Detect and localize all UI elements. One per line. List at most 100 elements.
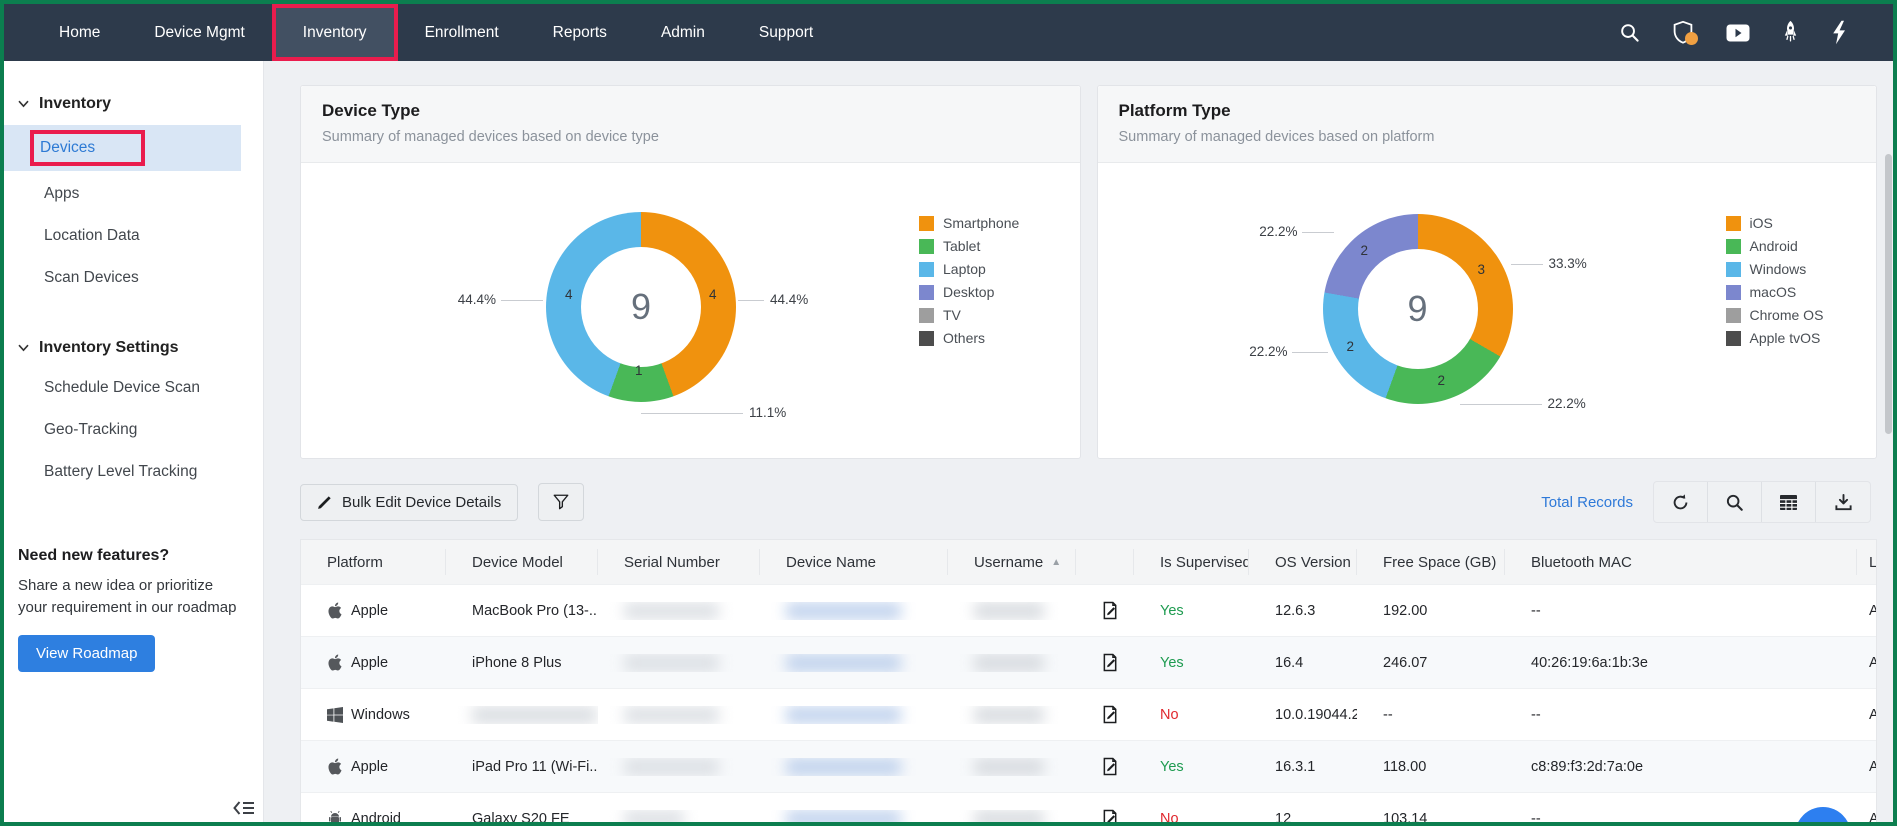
device-name-redacted[interactable] <box>760 757 948 776</box>
table-row[interactable]: Android Galaxy S20 FE No 12 103.14 -- Ap… <box>301 792 1876 826</box>
search-icon[interactable] <box>1619 22 1640 43</box>
legend-item-windows[interactable]: Windows <box>1725 261 1824 277</box>
legend-item-tv[interactable]: TV <box>919 307 1019 323</box>
column-header-bluetooth-mac[interactable]: Bluetooth MAC <box>1505 549 1857 575</box>
legend-item-others[interactable]: Others <box>919 330 1019 346</box>
is-supervised-value: Yes <box>1160 654 1184 671</box>
legend-swatch <box>1725 238 1741 254</box>
device-type-legend: Smartphone Tablet Laptop Desktop TV Othe… <box>919 215 1019 346</box>
nav-item-device-mgmt[interactable]: Device Mgmt <box>127 4 271 61</box>
slice-percent: 44.4% <box>457 292 496 307</box>
edit-row-icon[interactable] <box>1076 757 1134 776</box>
nav-item-enrollment[interactable]: Enrollment <box>398 4 526 61</box>
legend-swatch <box>919 307 934 323</box>
sidebar-section-inventory-settings[interactable]: Inventory Settings <box>4 329 263 367</box>
legend-swatch <box>1725 330 1741 346</box>
navbar-icon-group <box>1619 4 1893 61</box>
is-supervised-value: Yes <box>1160 758 1184 775</box>
edit-row-icon[interactable] <box>1076 705 1134 724</box>
table-row[interactable]: Windows No 10.0.19044.2728 -- -- Apr <box>301 688 1876 740</box>
platform-type-donut: 9 <box>1322 214 1513 404</box>
last-column-value: Apr <box>1857 759 1876 775</box>
last-column-value: Apr <box>1857 811 1876 823</box>
table-columns-icon[interactable] <box>1762 482 1816 522</box>
table-row[interactable]: Apple iPhone 8 Plus Yes 16.4 246.07 40:2… <box>301 636 1876 688</box>
sidebar-item-scan-devices[interactable]: Scan Devices <box>4 257 263 299</box>
device-model: MacBook Pro (13-... <box>472 602 598 619</box>
shield-alert-badge <box>1685 32 1698 45</box>
column-header-free-space[interactable]: Free Space (GB) <box>1357 549 1505 575</box>
nav-item-home[interactable]: Home <box>32 4 127 61</box>
edit-row-icon[interactable] <box>1076 809 1134 822</box>
column-header-os-version[interactable]: OS Version <box>1249 549 1357 575</box>
vertical-scrollbar[interactable] <box>1885 154 1892 434</box>
total-records-link[interactable]: Total Records <box>1541 494 1633 511</box>
rocket-icon[interactable] <box>1781 20 1800 45</box>
legend-item-smartphone[interactable]: Smartphone <box>919 215 1019 231</box>
legend-swatch <box>919 330 934 346</box>
nav-item-admin[interactable]: Admin <box>634 4 732 61</box>
legend-swatch <box>919 215 934 231</box>
column-header-is-supervised[interactable]: Is Supervised <box>1134 549 1249 575</box>
nav-item-reports[interactable]: Reports <box>526 4 634 61</box>
edit-row-icon[interactable] <box>1076 653 1134 672</box>
sidebar-item-geo-tracking[interactable]: Geo-Tracking <box>4 409 263 451</box>
filter-button[interactable] <box>538 483 585 521</box>
android-icon <box>329 810 341 822</box>
edit-row-icon[interactable] <box>1076 601 1134 620</box>
column-header-serial-number[interactable]: Serial Number <box>598 549 760 575</box>
platform-type-legend: iOS Android Windows macOS Chrome OS Appl… <box>1725 215 1824 346</box>
legend-item-apple-tvos[interactable]: Apple tvOS <box>1725 330 1824 346</box>
video-icon[interactable] <box>1726 24 1750 42</box>
table-row[interactable]: Apple iPad Pro 11 (Wi-Fi... Yes 16.3.1 1… <box>301 740 1876 792</box>
sort-asc-icon: ▲ <box>1051 556 1062 568</box>
search-table-icon[interactable] <box>1708 482 1762 522</box>
device-name-redacted[interactable] <box>760 705 948 724</box>
bulk-edit-device-details-button[interactable]: Bulk Edit Device Details <box>300 483 519 521</box>
column-header-platform[interactable]: Platform <box>301 549 446 575</box>
legend-item-chrome-os[interactable]: Chrome OS <box>1725 307 1823 323</box>
legend-item-desktop[interactable]: Desktop <box>919 284 1019 300</box>
refresh-icon[interactable] <box>1654 482 1708 522</box>
nav-item-support[interactable]: Support <box>732 4 840 61</box>
device-type-card-header: Device Type Summary of managed devices b… <box>301 86 1080 163</box>
device-name-redacted[interactable] <box>760 809 948 822</box>
column-header-device-name[interactable]: Device Name <box>760 549 948 575</box>
device-name-redacted[interactable] <box>760 601 948 620</box>
column-header-last[interactable]: Last <box>1857 549 1876 575</box>
column-header-edit <box>1076 549 1134 575</box>
download-icon[interactable] <box>1816 482 1870 522</box>
device-name-redacted[interactable] <box>760 653 948 672</box>
device-type-chart: 9 4 1 4 44.4% 44.4% 11.1% Smartphone Tab… <box>301 163 1080 458</box>
sidebar-item-location-data[interactable]: Location Data <box>4 215 263 257</box>
os-version-value: 12.6.3 <box>1275 602 1316 619</box>
legend-item-laptop[interactable]: Laptop <box>919 261 1019 277</box>
card-subtitle: Summary of managed devices based on plat… <box>1118 129 1435 145</box>
legend-item-ios[interactable]: iOS <box>1725 215 1824 231</box>
table-row[interactable]: Apple MacBook Pro (13-... Yes 12.6.3 192… <box>301 584 1876 636</box>
nav-item-inventory[interactable]: Inventory <box>271 4 398 61</box>
free-space-value: 118.00 <box>1383 758 1427 775</box>
sidebar-item-schedule-device-scan[interactable]: Schedule Device Scan <box>4 367 263 409</box>
is-supervised-value: No <box>1160 706 1179 723</box>
column-header-username[interactable]: Username ▲ <box>948 549 1076 575</box>
sidebar-item-devices[interactable]: Devices <box>4 125 241 171</box>
collapse-sidebar-icon[interactable] <box>231 798 257 818</box>
os-version-value: 12 <box>1275 810 1292 826</box>
column-header-device-model[interactable]: Device Model <box>446 549 598 575</box>
sidebar-item-battery-level-tracking[interactable]: Battery Level Tracking <box>4 451 263 493</box>
free-space-value: 192.00 <box>1383 602 1428 619</box>
legend-item-macos[interactable]: macOS <box>1725 284 1824 300</box>
devices-table: Platform Device Model Serial Number Devi… <box>300 539 1877 826</box>
top-navbar: Home Device Mgmt Inventory Enrollment Re… <box>4 4 1893 61</box>
shield-badge-icon[interactable] <box>1671 20 1698 45</box>
lightning-icon[interactable] <box>1831 20 1847 45</box>
legend-item-tablet[interactable]: Tablet <box>919 238 1019 254</box>
legend-item-android[interactable]: Android <box>1725 238 1824 254</box>
device-model: iPhone 8 Plus <box>472 654 562 671</box>
sidebar-item-apps[interactable]: Apps <box>4 173 263 215</box>
view-roadmap-button[interactable]: View Roadmap <box>18 634 156 672</box>
platform-label: Apple <box>351 602 389 619</box>
sidebar-section-inventory[interactable]: Inventory <box>4 85 263 123</box>
main-content: Device Type Summary of managed devices b… <box>264 61 1893 822</box>
